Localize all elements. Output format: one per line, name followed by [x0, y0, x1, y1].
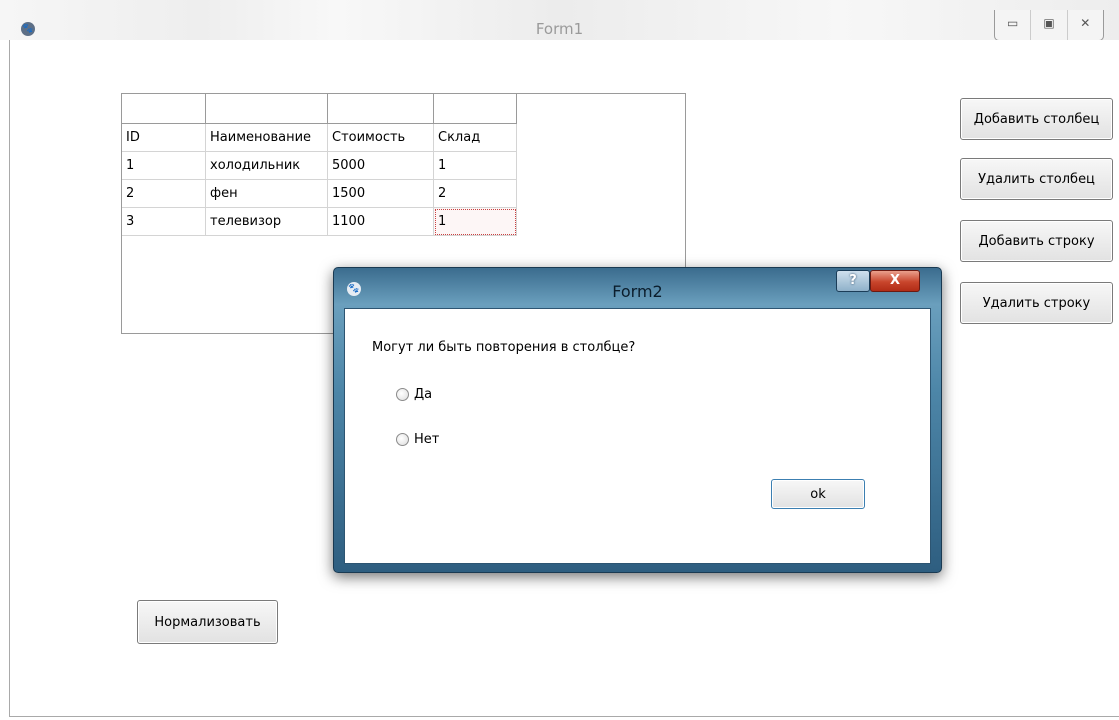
grid-cell[interactable]: 1	[433, 151, 517, 180]
form1-title: Form1	[535, 20, 584, 38]
grid-cell[interactable]: ID	[122, 123, 206, 152]
grid-cell[interactable]: 3	[122, 207, 206, 236]
grid-cell[interactable]: телевизор	[205, 207, 328, 236]
grid-cell[interactable]: 2	[122, 179, 206, 208]
grid-cell[interactable]: Наименование	[205, 123, 328, 152]
table-row: 3 телевизор 1100 1	[122, 207, 517, 236]
window-controls: ▭ ▣ ✕	[994, 10, 1104, 41]
radio-button[interactable]	[396, 433, 409, 446]
table-row: 1 холодильник 5000 1	[122, 151, 517, 180]
ok-button[interactable]: ok	[771, 479, 865, 509]
grid-cell[interactable]: Склад	[433, 123, 517, 152]
grid-header-cell[interactable]	[122, 94, 206, 124]
close-button[interactable]: ✕	[1068, 10, 1103, 40]
help-button[interactable]: ?	[836, 270, 870, 292]
grid-cell[interactable]: 1500	[327, 179, 434, 208]
form2-client-area: Могут ли быть повторения в столбце? Да Н…	[344, 308, 931, 564]
form2-dialog[interactable]: 🐾 Form2 ? X Могут ли быть повторения в с…	[333, 267, 942, 573]
radio-label: Да	[414, 387, 433, 402]
grid-cell[interactable]: 1100	[327, 207, 434, 236]
radio-option-yes[interactable]: Да	[396, 387, 432, 402]
grid-cell[interactable]: 2	[433, 179, 517, 208]
delete-column-button[interactable]: Удалить столбец	[960, 158, 1113, 200]
question-label: Могут ли быть повторения в столбце?	[372, 340, 636, 355]
delete-row-button[interactable]: Удалить строку	[960, 282, 1113, 324]
add-column-button[interactable]: Добавить столбец	[960, 98, 1113, 140]
grid-header-cell[interactable]	[205, 94, 328, 124]
grid-header-cell[interactable]	[327, 94, 434, 124]
grid-cell[interactable]: фен	[205, 179, 328, 208]
close-button[interactable]: X	[870, 270, 920, 292]
table-row: ID Наименование Стоимость Склад	[122, 123, 517, 152]
minimize-button[interactable]: ▭	[995, 10, 1030, 40]
grid-cell[interactable]: холодильник	[205, 151, 328, 180]
grid-header-cell[interactable]	[433, 94, 517, 124]
add-row-button[interactable]: Добавить строку	[960, 220, 1113, 262]
table-row: 2 фен 1500 2	[122, 179, 517, 208]
radio-label: Нет	[414, 432, 440, 447]
normalize-button[interactable]: Нормализовать	[137, 600, 278, 644]
radio-button[interactable]	[396, 388, 409, 401]
grid-header-row	[122, 94, 517, 124]
form1-titlebar[interactable]: 🐾 Form1 ▭ ▣ ✕	[0, 0, 1119, 41]
grid-cell[interactable]: 5000	[327, 151, 434, 180]
grid-cell[interactable]: 1	[122, 151, 206, 180]
radio-option-no[interactable]: Нет	[396, 432, 439, 447]
maximize-button[interactable]: ▣	[1030, 10, 1068, 40]
grid-cell[interactable]: Стоимость	[327, 123, 434, 152]
grid-cell-selected[interactable]: 1	[433, 207, 517, 236]
